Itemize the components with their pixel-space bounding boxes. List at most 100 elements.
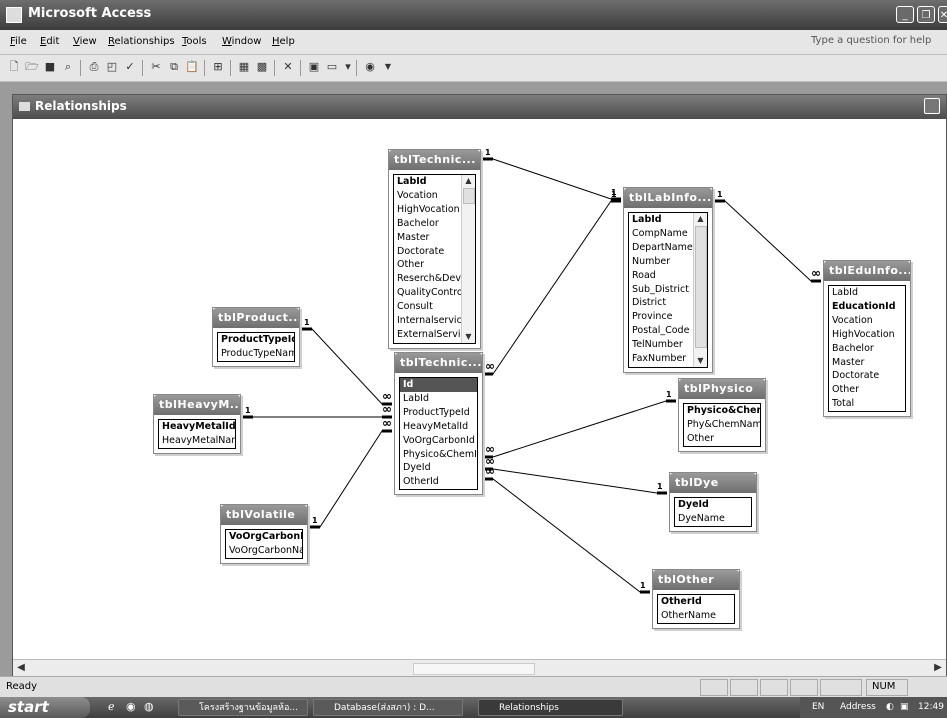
field-producttypeid[interactable]: ProductTypeId	[218, 333, 294, 347]
scroll-down-arrow-icon[interactable]: ▼	[462, 331, 475, 343]
field-list[interactable]: OtherId OtherName	[657, 594, 735, 624]
relationship-line[interactable]: 1∞	[243, 402, 392, 419]
address-label[interactable]: Address	[840, 697, 876, 718]
field-telnumber[interactable]: TelNumber	[629, 338, 693, 352]
access-app-icon[interactable]	[6, 7, 22, 23]
field-heavymetalid[interactable]: HeavyMetalId	[159, 420, 235, 434]
show-all-relationships-icon[interactable]: ▩	[254, 59, 270, 75]
field-otherid[interactable]: OtherId	[400, 475, 477, 489]
table-title[interactable]: tblLabInfo...	[624, 188, 712, 208]
horizontal-scroll-thumb[interactable]	[413, 663, 535, 675]
field-qualitycontrol[interactable]: QualityControl	[394, 286, 461, 300]
field-voorgcarbonnan[interactable]: VoOrgCarbonNan	[226, 544, 302, 558]
task-relationships[interactable]: Relationships	[478, 699, 623, 716]
relationship-line[interactable]: 1∞	[715, 190, 821, 283]
field-list[interactable]: Physico&ChemIdPhy&ChemNameOther	[683, 403, 761, 447]
table-tblVolatile[interactable]: tblVolatile VoOrgCarbonIdVoOrgCarbonNan	[220, 504, 308, 564]
close-button[interactable]: ✕	[938, 6, 947, 23]
media-icon[interactable]: ◉	[126, 700, 136, 713]
minimize-button[interactable]: _	[896, 6, 914, 23]
scroll-thumb[interactable]	[463, 188, 475, 204]
show-table-icon[interactable]: ⊞	[210, 59, 226, 75]
task-document[interactable]: โครงสร้างฐานข้อมูลห้อ...	[178, 699, 308, 716]
field-labid[interactable]: LabId	[394, 175, 461, 189]
cut-icon[interactable]: ✂	[148, 59, 164, 75]
table-tblLabInfo[interactable]: tblLabInfo... LabId CompName DepartName Num…	[623, 187, 713, 373]
table-title[interactable]: tblTechnic...	[395, 353, 482, 373]
help-icon[interactable]: ◉	[362, 59, 378, 75]
field-departname[interactable]: DepartName	[629, 241, 693, 255]
field-vocation[interactable]: Vocation	[829, 314, 905, 328]
table-title[interactable]: tblVolatile	[221, 505, 307, 525]
table-tblDye[interactable]: tblDye DyeId DyeName	[669, 472, 757, 532]
field-dyename[interactable]: DyeName	[675, 512, 751, 526]
field-province[interactable]: Province	[629, 310, 693, 324]
relationship-line[interactable]: 1∞	[310, 416, 392, 529]
field-phy-chemname[interactable]: Phy&ChemName	[684, 418, 760, 432]
spelling-icon[interactable]: ✓	[122, 59, 138, 75]
field-master[interactable]: Master	[829, 356, 905, 370]
field-bachelor[interactable]: Bachelor	[394, 217, 461, 231]
paste-icon[interactable]: 📋	[184, 59, 200, 75]
field-faxnumber[interactable]: FaxNumber	[629, 352, 693, 366]
field-externalservic[interactable]: ExternalServic	[394, 328, 461, 342]
table-title[interactable]: tblOther	[653, 570, 739, 590]
copy-icon[interactable]: ⧉	[166, 59, 182, 75]
table-title[interactable]: tblHeavyM...	[154, 395, 240, 415]
toolbar-options-icon[interactable]: ▼	[380, 59, 396, 75]
database-window-icon[interactable]: ▣	[306, 59, 322, 75]
field-total[interactable]: Total	[829, 397, 905, 411]
relationship-line[interactable]: 1∞	[302, 318, 392, 406]
relationships-window-titlebar[interactable]: Relationships	[13, 95, 946, 119]
table-tblHeavyM[interactable]: tblHeavyM... HeavyMetalIdHeavyMetalName	[153, 394, 241, 454]
field-producttypeid[interactable]: ProductTypeId	[400, 406, 477, 420]
field-bachelor[interactable]: Bachelor	[829, 342, 905, 356]
field-highvocation[interactable]: HighVocation	[829, 328, 905, 342]
field-labid[interactable]: LabId	[400, 392, 477, 406]
table-tblTechnic-upper[interactable]: tblTechnic... LabId Vocation HighVocation B…	[388, 149, 481, 349]
field-consult[interactable]: Consult	[394, 300, 461, 314]
field-number[interactable]: Number	[629, 255, 693, 269]
menu-file[interactable]: File	[10, 36, 27, 47]
window-minimize-button[interactable]	[924, 98, 940, 114]
table-tblEduInfo[interactable]: tblEduInfo... LabId EducationId Vocation Hi…	[823, 260, 911, 418]
relationship-line[interactable]: 1∞	[483, 390, 676, 459]
menu-help[interactable]: Help	[272, 36, 295, 47]
relationship-line[interactable]: 1∞	[483, 454, 667, 495]
show-direct-icon[interactable]: ▦	[236, 59, 252, 75]
field-master[interactable]: Master	[394, 231, 461, 245]
field-dyeid[interactable]: DyeId	[400, 461, 477, 475]
field-labid[interactable]: LabId	[829, 286, 905, 300]
field-heavymetalid[interactable]: HeavyMetalId	[400, 420, 477, 434]
scroll-right-arrow-icon[interactable]: ▶	[930, 661, 946, 675]
field-productypename[interactable]: ProducTypeName	[218, 347, 294, 361]
field-internalservice[interactable]: Internalservice	[394, 314, 461, 328]
table-title[interactable]: tblEduInfo...	[824, 261, 910, 281]
field-district[interactable]: District	[629, 296, 693, 310]
field-list[interactable]: ProductTypeIdProducTypeName	[217, 332, 295, 362]
relationships-canvas[interactable]: 1 1 1 ∞ 1 ∞ 1 ∞ 1 ∞ 1 ∞ 1 ∞ 1 ∞ 1 ∞ tblTechnic... LabId Vo…	[13, 119, 946, 659]
start-button[interactable]: start	[0, 697, 90, 718]
relationship-line[interactable]: 1∞	[483, 464, 650, 594]
relationship-line[interactable]: 1∞	[483, 190, 621, 376]
scroll-thumb[interactable]	[695, 226, 707, 348]
field-list[interactable]: VoOrgCarbonIdVoOrgCarbonNan	[225, 529, 303, 559]
globe-icon[interactable]: ◐	[886, 697, 894, 718]
field-list[interactable]: LabId EducationId Vocation HighVocation Bach…	[828, 285, 906, 413]
tray-app-icon[interactable]: ▣	[900, 697, 909, 718]
field-list[interactable]: LabId CompName DepartName Number Road Sub_Dis…	[628, 212, 708, 368]
field-vocation[interactable]: Vocation	[394, 189, 461, 203]
field-dyeid[interactable]: DyeId	[675, 498, 751, 512]
field-road[interactable]: Road	[629, 269, 693, 283]
restore-button[interactable]: ❐	[917, 6, 935, 23]
field-voorgcarbonid[interactable]: VoOrgCarbonId	[226, 530, 302, 544]
field-list-scrollbar[interactable]: ▲ ▼	[461, 175, 475, 343]
field-heavymetalname[interactable]: HeavyMetalName	[159, 434, 235, 448]
field-doctorate[interactable]: Doctorate	[394, 245, 461, 259]
scroll-down-arrow-icon[interactable]: ▼	[694, 355, 707, 367]
field-list[interactable]: Id LabId ProductTypeId HeavyMetalId VoOrgCar…	[399, 377, 478, 491]
field-voorgcarbonid[interactable]: VoOrgCarbonId	[400, 434, 477, 448]
field-reserch-deve[interactable]: Reserch&Deve	[394, 272, 461, 286]
desktop-icon[interactable]: ◍	[144, 700, 154, 713]
task-database[interactable]: Database(ส่งสภา) : D...	[313, 699, 463, 716]
